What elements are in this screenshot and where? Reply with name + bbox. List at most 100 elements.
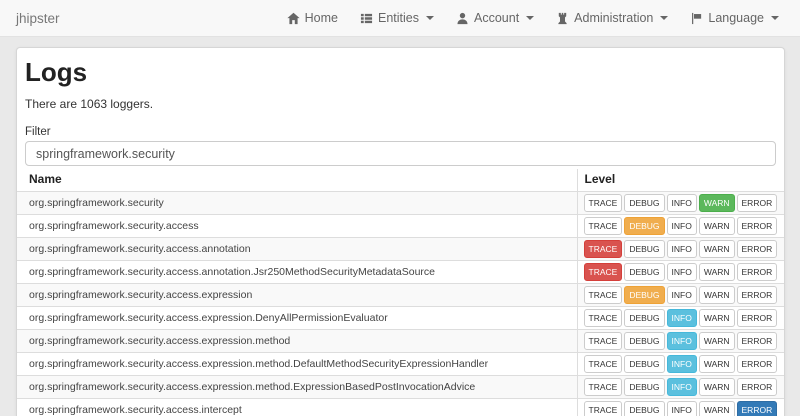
level-button-trace[interactable]: TRACE: [584, 240, 623, 258]
level-button-trace[interactable]: TRACE: [584, 194, 623, 212]
nav-item-label: Administration: [574, 11, 653, 25]
level-button-warn[interactable]: WARN: [699, 263, 735, 281]
level-button-error[interactable]: ERROR: [737, 263, 778, 281]
loggers-table: Name Level org.springframework.securityT…: [17, 169, 784, 416]
level-buttons: TRACEDEBUGINFOWARNERROR: [577, 376, 784, 399]
level-button-info[interactable]: INFO: [667, 217, 697, 235]
log-row: org.springframework.securityTRACEDEBUGIN…: [17, 192, 784, 215]
logger-name: org.springframework.security.access.expr…: [17, 284, 577, 307]
logger-count-text: There are 1063 loggers.: [25, 97, 776, 111]
level-button-info[interactable]: INFO: [667, 194, 697, 212]
level-button-warn[interactable]: WARN: [699, 401, 735, 416]
nav-item-label: Entities: [378, 11, 419, 25]
filter-label: Filter: [25, 126, 776, 138]
log-table-body: org.springframework.securityTRACEDEBUGIN…: [17, 192, 784, 416]
brand-link[interactable]: jhipster: [16, 0, 60, 37]
level-button-debug[interactable]: DEBUG: [624, 194, 664, 212]
log-row: org.springframework.security.access.expr…: [17, 353, 784, 376]
level-button-trace[interactable]: TRACE: [584, 355, 623, 373]
logs-panel: Logs There are 1063 loggers. Filter Name…: [16, 47, 785, 416]
column-header-name: Name: [17, 169, 577, 192]
level-button-debug[interactable]: DEBUG: [624, 309, 664, 327]
log-row: org.springframework.security.accessTRACE…: [17, 215, 784, 238]
level-button-debug[interactable]: DEBUG: [624, 263, 664, 281]
level-button-warn[interactable]: WARN: [699, 217, 735, 235]
chevron-down-icon: [771, 16, 779, 20]
level-button-trace[interactable]: TRACE: [584, 217, 623, 235]
chevron-down-icon: [660, 16, 668, 20]
nav-item-label: Account: [474, 11, 519, 25]
level-button-warn[interactable]: WARN: [699, 355, 735, 373]
user-icon: [456, 12, 469, 25]
level-button-debug[interactable]: DEBUG: [624, 217, 664, 235]
level-buttons: TRACEDEBUGINFOWARNERROR: [577, 192, 784, 215]
level-button-error[interactable]: ERROR: [737, 309, 778, 327]
level-button-warn[interactable]: WARN: [699, 240, 735, 258]
level-button-error[interactable]: ERROR: [737, 355, 778, 373]
nav-item-account[interactable]: Account: [445, 0, 545, 37]
level-button-error[interactable]: ERROR: [737, 240, 778, 258]
log-row: org.springframework.security.access.expr…: [17, 330, 784, 353]
tower-icon: [556, 12, 569, 25]
log-row: org.springframework.security.access.expr…: [17, 307, 784, 330]
level-button-debug[interactable]: DEBUG: [624, 401, 664, 416]
log-row: org.springframework.security.access.inte…: [17, 399, 784, 416]
nav-item-label: Home: [305, 11, 338, 25]
log-row: org.springframework.security.access.anno…: [17, 261, 784, 284]
flag-icon: [690, 12, 703, 25]
level-button-debug[interactable]: DEBUG: [624, 378, 664, 396]
level-button-trace[interactable]: TRACE: [584, 286, 623, 304]
chevron-down-icon: [426, 16, 434, 20]
level-buttons: TRACEDEBUGINFOWARNERROR: [577, 330, 784, 353]
level-button-warn[interactable]: WARN: [699, 378, 735, 396]
level-button-info[interactable]: INFO: [667, 240, 697, 258]
level-button-debug[interactable]: DEBUG: [624, 332, 664, 350]
level-buttons: TRACEDEBUGINFOWARNERROR: [577, 399, 784, 416]
table-header-row: Name Level: [17, 169, 784, 192]
level-button-info[interactable]: INFO: [667, 378, 697, 396]
level-button-debug[interactable]: DEBUG: [624, 240, 664, 258]
level-button-debug[interactable]: DEBUG: [624, 286, 664, 304]
level-button-warn[interactable]: WARN: [699, 194, 735, 212]
level-button-info[interactable]: INFO: [667, 355, 697, 373]
logger-name: org.springframework.security: [17, 192, 577, 215]
level-button-debug[interactable]: DEBUG: [624, 355, 664, 373]
filter-input[interactable]: [25, 141, 776, 166]
level-buttons: TRACEDEBUGINFOWARNERROR: [577, 238, 784, 261]
level-buttons: TRACEDEBUGINFOWARNERROR: [577, 261, 784, 284]
nav-item-home[interactable]: Home: [276, 0, 349, 37]
level-button-error[interactable]: ERROR: [737, 332, 778, 350]
level-button-trace[interactable]: TRACE: [584, 309, 623, 327]
level-button-trace[interactable]: TRACE: [584, 263, 623, 281]
level-buttons: TRACEDEBUGINFOWARNERROR: [577, 284, 784, 307]
page-title: Logs: [25, 59, 776, 86]
level-button-trace[interactable]: TRACE: [584, 378, 623, 396]
level-button-error[interactable]: ERROR: [737, 286, 778, 304]
log-row: org.springframework.security.access.expr…: [17, 284, 784, 307]
level-button-error[interactable]: ERROR: [737, 217, 778, 235]
nav-item-entities[interactable]: Entities: [349, 0, 445, 37]
log-row: org.springframework.security.access.expr…: [17, 376, 784, 399]
level-buttons: TRACEDEBUGINFOWARNERROR: [577, 353, 784, 376]
level-button-error[interactable]: ERROR: [737, 401, 778, 416]
level-button-info[interactable]: INFO: [667, 309, 697, 327]
column-header-level: Level: [577, 169, 784, 192]
chevron-down-icon: [526, 16, 534, 20]
level-button-error[interactable]: ERROR: [737, 378, 778, 396]
level-button-error[interactable]: ERROR: [737, 194, 778, 212]
level-button-warn[interactable]: WARN: [699, 286, 735, 304]
logger-name: org.springframework.security.access.anno…: [17, 238, 577, 261]
level-buttons: TRACEDEBUGINFOWARNERROR: [577, 215, 784, 238]
level-button-info[interactable]: INFO: [667, 263, 697, 281]
logger-name: org.springframework.security.access.inte…: [17, 399, 577, 416]
nav-item-administration[interactable]: Administration: [545, 0, 679, 37]
nav-item-language[interactable]: Language: [679, 0, 790, 37]
level-button-trace[interactable]: TRACE: [584, 401, 623, 416]
level-button-info[interactable]: INFO: [667, 401, 697, 416]
level-button-trace[interactable]: TRACE: [584, 332, 623, 350]
level-button-warn[interactable]: WARN: [699, 332, 735, 350]
level-button-info[interactable]: INFO: [667, 332, 697, 350]
level-button-info[interactable]: INFO: [667, 286, 697, 304]
level-button-warn[interactable]: WARN: [699, 309, 735, 327]
logger-name: org.springframework.security.access.expr…: [17, 353, 577, 376]
